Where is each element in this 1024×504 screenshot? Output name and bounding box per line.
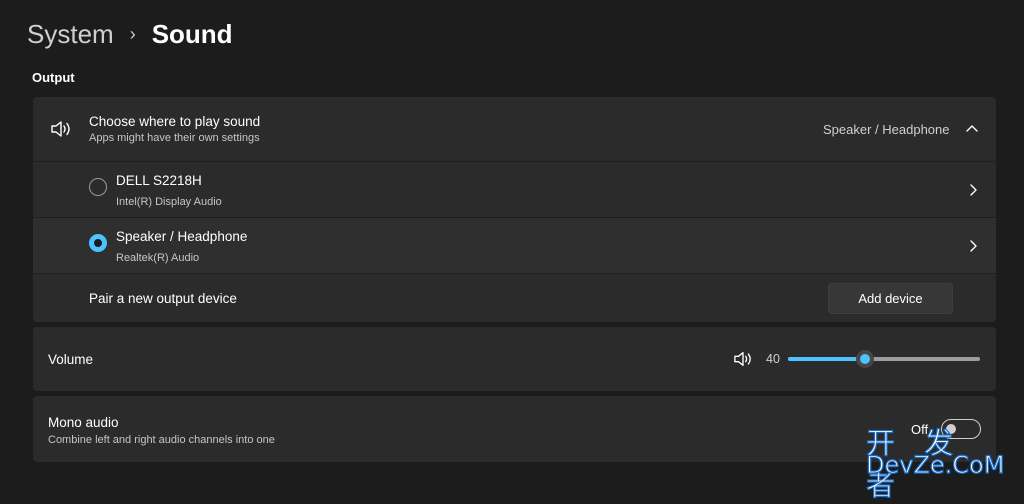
breadcrumb: System › Sound: [27, 16, 233, 52]
mono-audio-subtitle: Combine left and right audio channels in…: [48, 434, 275, 446]
output-card: Choose where to play sound Apps might ha…: [33, 97, 996, 322]
breadcrumb-chevron-icon: ›: [129, 23, 136, 44]
pair-device-label: Pair a new output device: [89, 291, 237, 306]
volume-value: 40: [766, 352, 780, 366]
selected-output-value: Speaker / Headphone: [823, 122, 950, 137]
chevron-up-icon[interactable]: [966, 124, 978, 132]
radio-speaker-selected[interactable]: [89, 234, 107, 252]
device-driver: Intel(R) Display Audio: [116, 196, 222, 208]
choose-output-title: Choose where to play sound: [89, 114, 261, 129]
pair-device-row: Pair a new output device Add device: [33, 273, 996, 323]
output-device-dell[interactable]: DELL S2218H Intel(R) Display Audio: [33, 161, 996, 218]
volume-label: Volume: [48, 352, 94, 367]
breadcrumb-system[interactable]: System: [27, 19, 114, 50]
radio-dell[interactable]: [89, 178, 107, 196]
watermark-logo: 开 发 者 DevZe.CoM: [865, 420, 1018, 502]
mono-audio-card: Mono audio Combine left and right audio …: [33, 396, 996, 462]
chevron-right-icon[interactable]: [969, 184, 977, 196]
volume-slider-thumb[interactable]: [855, 350, 874, 368]
choose-output-subtitle: Apps might have their own settings: [89, 132, 260, 144]
device-name: DELL S2218H: [116, 173, 202, 188]
speaker-icon: [51, 121, 70, 137]
page-title: Sound: [151, 18, 233, 49]
volume-card: Volume 40: [33, 327, 996, 391]
volume-slider[interactable]: [788, 350, 980, 368]
chevron-right-icon[interactable]: [969, 240, 977, 252]
section-label-output: Output: [32, 70, 75, 85]
volume-icon[interactable]: [733, 350, 753, 368]
mono-audio-title: Mono audio: [48, 415, 119, 430]
output-device-speaker[interactable]: Speaker / Headphone Realtek(R) Audio: [33, 217, 996, 274]
volume-slider-fill: [788, 357, 865, 361]
watermark-latin: DevZe.CoM: [865, 450, 1005, 479]
device-name: Speaker / Headphone: [116, 229, 248, 244]
add-device-button[interactable]: Add device: [828, 283, 953, 314]
device-driver: Realtek(R) Audio: [116, 252, 200, 264]
choose-output-header[interactable]: Choose where to play sound Apps might ha…: [33, 97, 996, 161]
